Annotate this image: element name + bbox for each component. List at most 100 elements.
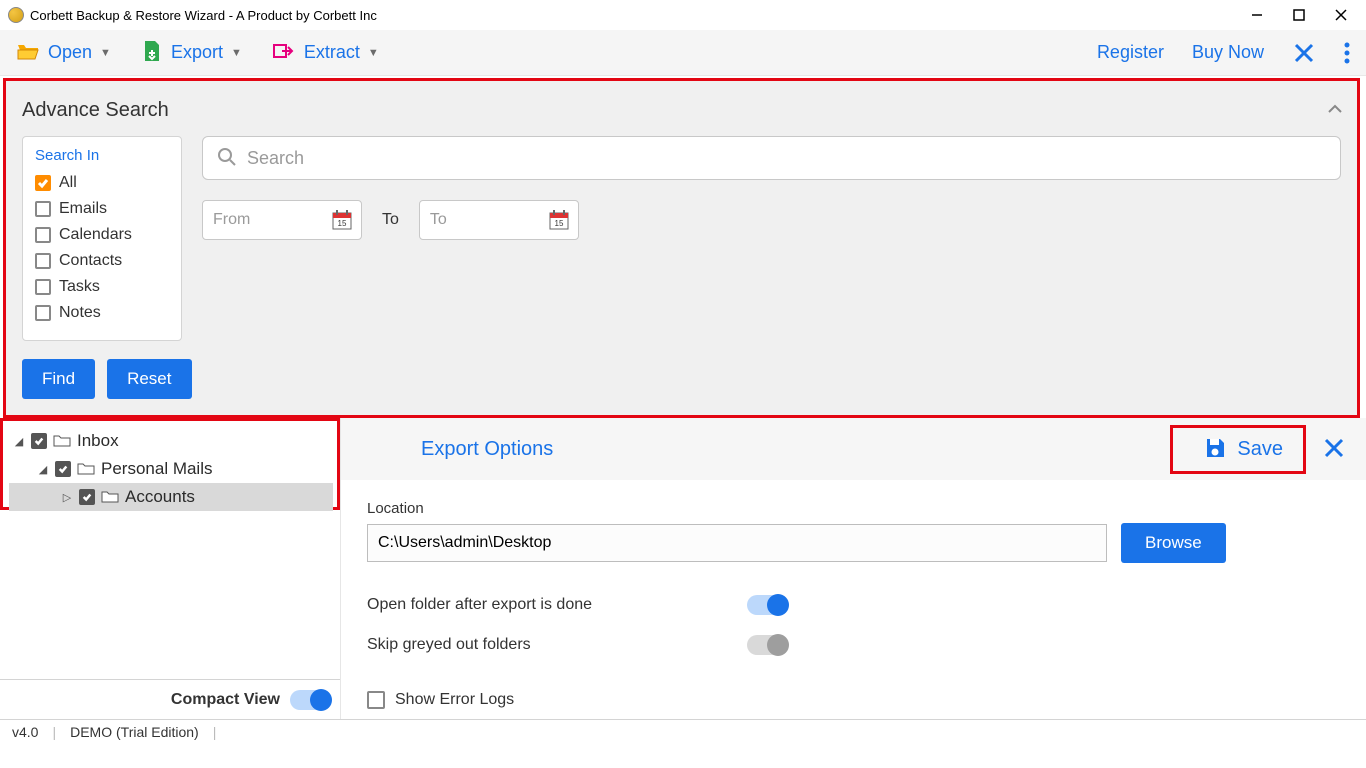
checkbox[interactable] bbox=[31, 433, 47, 449]
advance-search-panel: Advance Search Search In All Emails Calend… bbox=[6, 81, 1357, 415]
export-menu[interactable]: Export ▼ bbox=[141, 39, 242, 66]
tree-node-label: Personal Mails bbox=[101, 459, 213, 479]
tree-highlight: ◢ Inbox ◢ Personal Mails ▷ Accounts bbox=[0, 418, 340, 510]
folder-icon bbox=[101, 489, 119, 506]
find-button[interactable]: Find bbox=[22, 359, 95, 399]
edition-label: DEMO (Trial Edition) bbox=[70, 724, 199, 740]
checkbox[interactable] bbox=[35, 253, 51, 269]
open-label: Open bbox=[48, 42, 92, 63]
calendar-icon[interactable]: 15 bbox=[548, 209, 570, 231]
compact-view-bar: Compact View bbox=[0, 679, 340, 719]
kebab-menu-icon[interactable] bbox=[1344, 42, 1350, 64]
caret-down-icon[interactable]: ◢ bbox=[37, 463, 49, 476]
search-in-item-label: Notes bbox=[59, 304, 101, 322]
search-in-label: Search In bbox=[35, 147, 169, 164]
checkbox[interactable] bbox=[55, 461, 71, 477]
to-label: To bbox=[382, 211, 399, 229]
tree-node-label: Accounts bbox=[125, 487, 195, 507]
close-export-button[interactable] bbox=[1322, 436, 1346, 463]
to-date-field[interactable]: 15 bbox=[419, 200, 579, 240]
open-folder-label: Open folder after export is done bbox=[367, 596, 737, 614]
from-date-field[interactable]: 15 bbox=[202, 200, 362, 240]
export-label: Export bbox=[171, 42, 223, 63]
search-in-item[interactable]: Tasks bbox=[35, 278, 169, 296]
extract-icon bbox=[272, 41, 296, 64]
checkbox[interactable] bbox=[35, 175, 51, 191]
folder-icon bbox=[53, 433, 71, 450]
separator: | bbox=[213, 724, 217, 740]
search-field[interactable] bbox=[202, 136, 1341, 180]
checkbox[interactable] bbox=[35, 201, 51, 217]
show-errors-checkbox[interactable] bbox=[367, 691, 385, 709]
tree-node[interactable]: ◢ Personal Mails bbox=[9, 455, 333, 483]
calendar-icon[interactable]: 15 bbox=[331, 209, 353, 231]
app-icon bbox=[8, 7, 24, 23]
search-in-item-label: Contacts bbox=[59, 252, 122, 270]
collapse-icon[interactable] bbox=[1327, 101, 1343, 117]
from-date-input[interactable] bbox=[213, 211, 313, 229]
browse-button[interactable]: Browse bbox=[1121, 523, 1226, 563]
search-icon bbox=[217, 147, 237, 170]
search-in-item-label: Tasks bbox=[59, 278, 100, 296]
maximize-button[interactable] bbox=[1290, 6, 1308, 24]
search-in-item[interactable]: All bbox=[35, 174, 169, 192]
close-window-button[interactable] bbox=[1332, 6, 1350, 24]
folder-icon bbox=[77, 461, 95, 478]
caret-right-icon[interactable]: ▷ bbox=[61, 491, 73, 504]
close-panel-button[interactable] bbox=[1292, 41, 1316, 65]
compact-view-toggle[interactable] bbox=[290, 690, 330, 710]
search-in-item-label: Emails bbox=[59, 200, 107, 218]
minimize-button[interactable] bbox=[1248, 6, 1266, 24]
to-date-input[interactable] bbox=[430, 211, 530, 229]
checkbox[interactable] bbox=[35, 305, 51, 321]
open-folder-toggle[interactable] bbox=[747, 595, 787, 615]
caret-down-icon[interactable]: ◢ bbox=[13, 435, 25, 448]
chevron-down-icon: ▼ bbox=[100, 47, 111, 59]
search-in-item-label: Calendars bbox=[59, 226, 132, 244]
extract-menu[interactable]: Extract ▼ bbox=[272, 41, 379, 64]
save-button[interactable]: Save bbox=[1170, 425, 1306, 474]
search-input[interactable] bbox=[247, 148, 1326, 169]
status-bar: v4.0 | DEMO (Trial Edition) | bbox=[0, 719, 1366, 743]
search-in-item[interactable]: Calendars bbox=[35, 226, 169, 244]
checkbox[interactable] bbox=[35, 279, 51, 295]
titlebar: Corbett Backup & Restore Wizard - A Prod… bbox=[0, 0, 1366, 30]
export-options-panel: Export Options Save Location Browse Open… bbox=[340, 418, 1366, 719]
main-toolbar: Open ▼ Export ▼ Extract ▼ Register Buy N… bbox=[0, 30, 1366, 76]
open-menu[interactable]: Open ▼ bbox=[16, 40, 111, 65]
svg-text:15: 15 bbox=[338, 219, 347, 228]
reset-button[interactable]: Reset bbox=[107, 359, 191, 399]
buy-now-link[interactable]: Buy Now bbox=[1192, 42, 1264, 63]
tree-node[interactable]: ▷ Accounts bbox=[9, 483, 333, 511]
search-in-item[interactable]: Notes bbox=[35, 304, 169, 322]
export-file-icon bbox=[141, 39, 163, 66]
tree-node-label: Inbox bbox=[77, 431, 119, 451]
folder-tree-panel: ◢ Inbox ◢ Personal Mails ▷ Accounts Compact V… bbox=[0, 418, 340, 719]
register-link[interactable]: Register bbox=[1097, 42, 1164, 63]
folder-open-icon bbox=[16, 40, 40, 65]
checkbox[interactable] bbox=[79, 489, 95, 505]
window-title: Corbett Backup & Restore Wizard - A Prod… bbox=[30, 8, 377, 23]
search-in-item[interactable]: Contacts bbox=[35, 252, 169, 270]
svg-text:15: 15 bbox=[554, 219, 563, 228]
location-input[interactable] bbox=[367, 524, 1107, 562]
advance-search-title: Advance Search bbox=[22, 99, 1341, 122]
search-in-item[interactable]: Emails bbox=[35, 200, 169, 218]
separator: | bbox=[52, 724, 56, 740]
location-label: Location bbox=[367, 500, 1346, 517]
search-in-item-label: All bbox=[59, 174, 77, 192]
save-label: Save bbox=[1237, 438, 1283, 461]
advance-search-highlight: Advance Search Search In All Emails Calend… bbox=[3, 78, 1360, 418]
chevron-down-icon: ▼ bbox=[368, 47, 379, 59]
tree-node[interactable]: ◢ Inbox bbox=[9, 427, 333, 455]
chevron-down-icon: ▼ bbox=[231, 47, 242, 59]
search-in-panel: Search In All Emails Calendars Contacts Task… bbox=[22, 136, 182, 341]
extract-label: Extract bbox=[304, 42, 360, 63]
version-label: v4.0 bbox=[12, 724, 38, 740]
save-icon bbox=[1203, 436, 1227, 463]
export-options-title: Export Options bbox=[421, 438, 553, 461]
skip-greyed-label: Skip greyed out folders bbox=[367, 636, 737, 654]
checkbox[interactable] bbox=[35, 227, 51, 243]
skip-greyed-toggle[interactable] bbox=[747, 635, 787, 655]
show-errors-label: Show Error Logs bbox=[395, 691, 514, 709]
